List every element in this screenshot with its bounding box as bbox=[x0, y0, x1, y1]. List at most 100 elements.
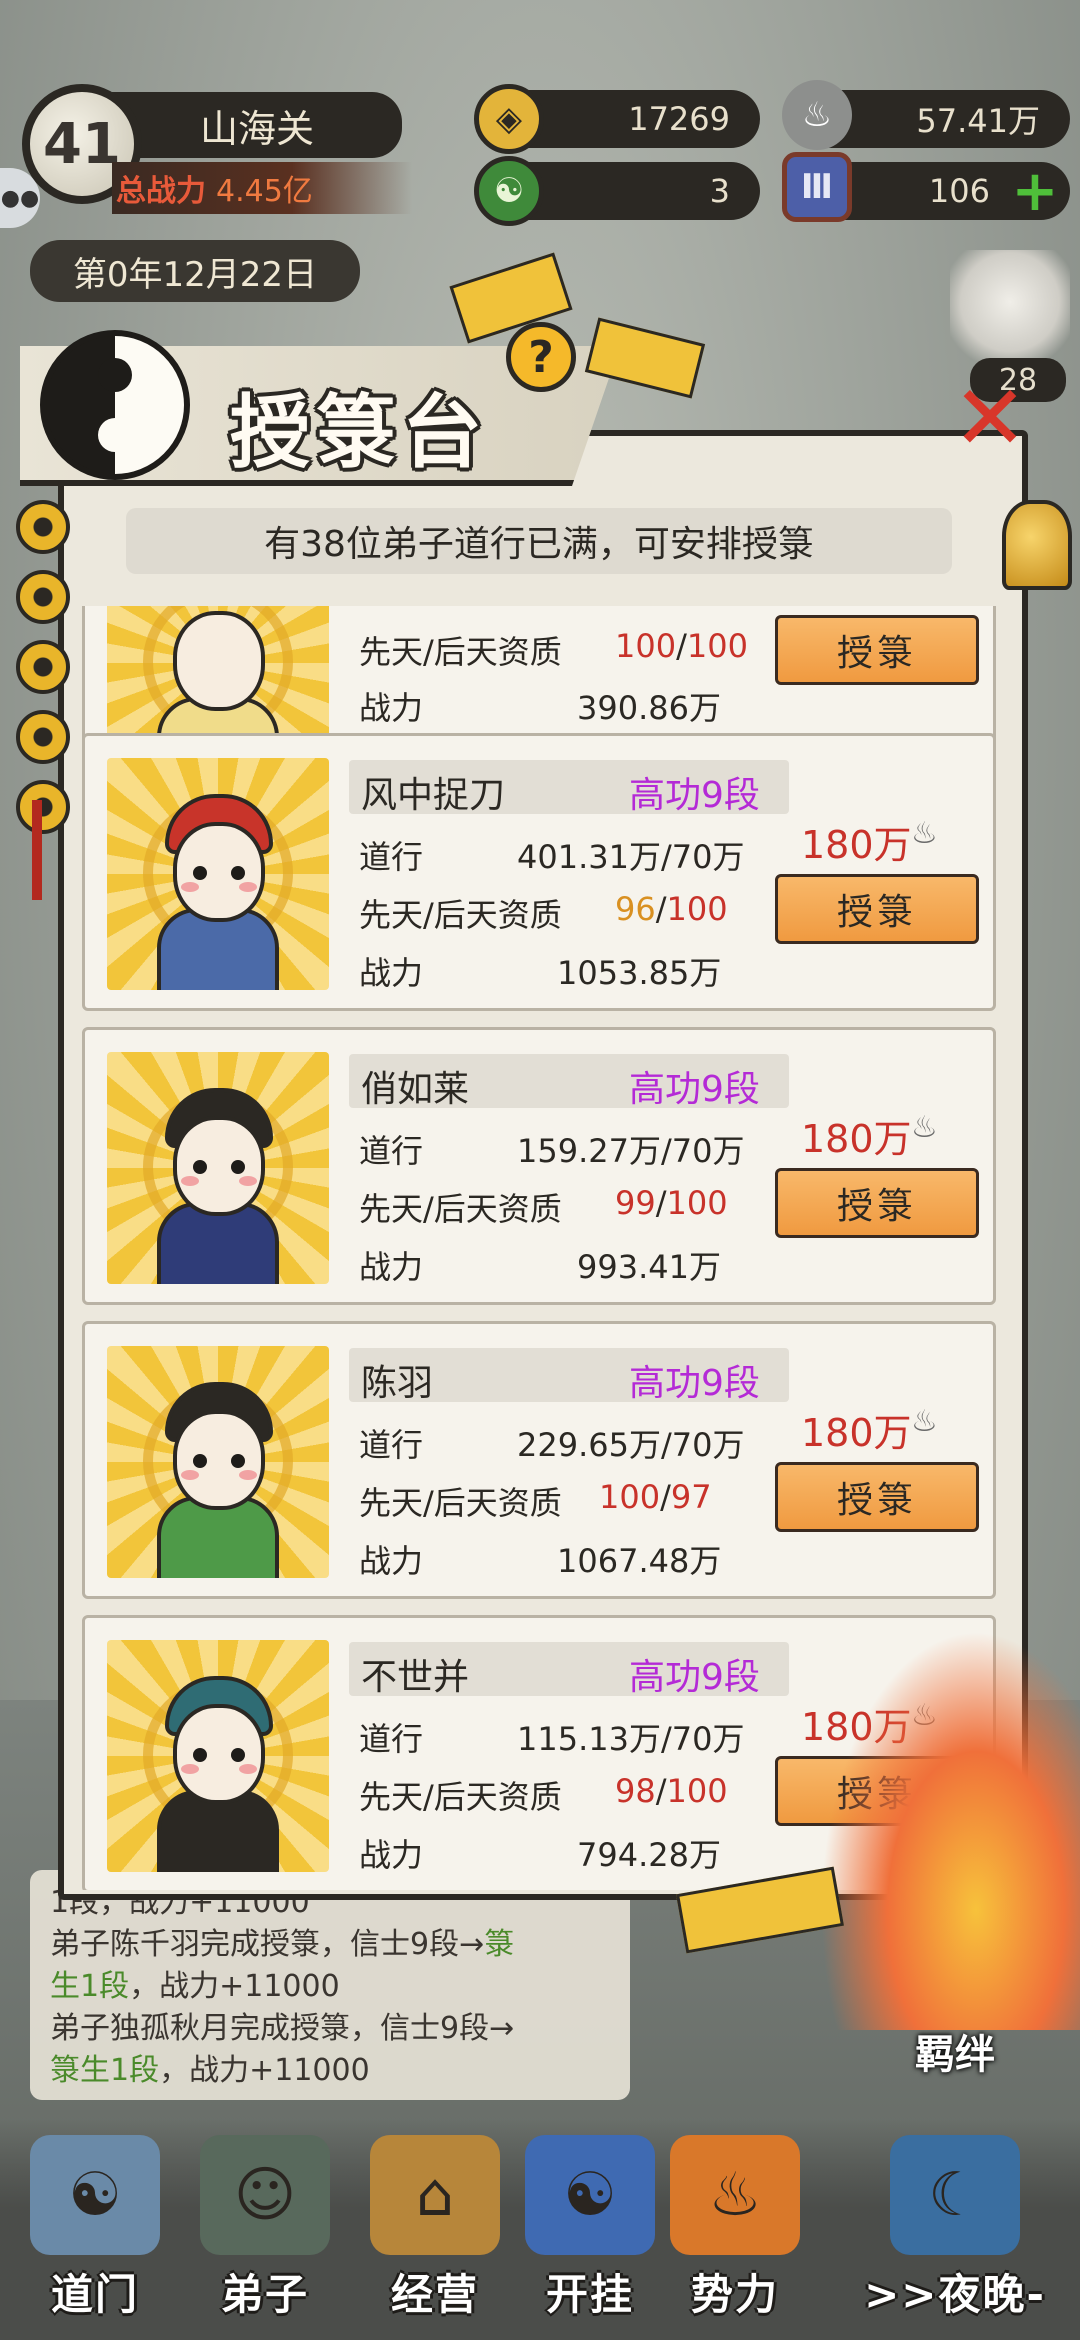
token-icon: Ⅲ bbox=[782, 152, 852, 222]
disciple-card: 俏如莱 高功9段 道行 159.27万/70万 先天/后天资质 99/100 战… bbox=[82, 1027, 996, 1305]
disciple-card: 风中捉刀 高功9段 道行 401.31万/70万 先天/后天资质 96/100 … bbox=[82, 733, 996, 1011]
nav-sect[interactable]: ☯ 道门 bbox=[10, 2130, 180, 2340]
disciple-card: 陈羽 高功9段 道行 229.65万/70万 先天/后天资质 100/97 战力… bbox=[82, 1321, 996, 1599]
aptitude-value: 98/100 bbox=[615, 1772, 728, 1810]
total-power-value: 4.45亿 bbox=[216, 174, 313, 209]
flame-decoration bbox=[820, 1630, 1080, 2030]
disciple-rank: 高功9段 bbox=[629, 1363, 760, 1404]
power-value: 794.28万 bbox=[577, 1836, 721, 1874]
sect-name[interactable]: 山海关 bbox=[112, 92, 402, 158]
power-value: 1067.48万 bbox=[557, 1542, 722, 1580]
disciple-avatar bbox=[107, 758, 329, 990]
power-value: 1053.85万 bbox=[557, 954, 722, 992]
total-power: 总战力 4.45亿 bbox=[112, 162, 412, 214]
power-label: 战力 bbox=[359, 1542, 424, 1580]
cultivation-label: 道行 bbox=[359, 1426, 424, 1464]
nav-factions[interactable]: ♨ 势力 bbox=[650, 2130, 820, 2340]
power-label: 战力 bbox=[359, 954, 424, 992]
grant-button[interactable]: 授箓 bbox=[775, 1462, 979, 1532]
disciple-rank: 高功9段 bbox=[629, 775, 760, 816]
cultivation-label: 道行 bbox=[359, 838, 424, 876]
tokens-value: 106 bbox=[928, 172, 990, 210]
cultivation-value: 229.65万/70万 bbox=[517, 1426, 745, 1464]
power-value: 993.41万 bbox=[577, 1248, 721, 1286]
close-icon[interactable]: ✕ bbox=[950, 366, 1030, 471]
cultivation-value: 159.27万/70万 bbox=[517, 1132, 745, 1170]
help-button[interactable]: ? bbox=[506, 322, 576, 392]
disciple-name: 不世并 bbox=[361, 1657, 470, 1698]
moon-icon: ☾ bbox=[890, 2135, 1020, 2255]
aptitude-label: 先天/后天资质 bbox=[359, 1484, 562, 1522]
coin-icon bbox=[16, 500, 70, 554]
aptitude-label: 先天/后天资质 bbox=[359, 896, 562, 934]
aptitude-label: 先天/后天资质 bbox=[359, 1778, 562, 1816]
nav-night[interactable]: ☾ >>夜晚- bbox=[840, 2130, 1070, 2340]
aptitude-label: 先天/后天资质 bbox=[359, 633, 562, 671]
coin-icon: ◈ bbox=[474, 84, 544, 154]
aptitude-value: 100/100 bbox=[615, 627, 748, 665]
total-power-label: 总战力 bbox=[116, 174, 206, 209]
coin-icon bbox=[16, 710, 70, 764]
cultivation-value: 115.13万/70万 bbox=[517, 1720, 745, 1758]
jade-value: 3 bbox=[709, 172, 730, 210]
nav-label: 弟子 bbox=[220, 2270, 309, 2319]
grant-button[interactable]: 授箓 bbox=[775, 1168, 979, 1238]
aptitude-value: 96/100 bbox=[615, 890, 728, 928]
power-label: 战力 bbox=[359, 1248, 424, 1286]
incense-icon: ♨ bbox=[911, 1404, 938, 1439]
taiji-icon: ☯ bbox=[30, 2135, 160, 2255]
incense-icon: ♨ bbox=[782, 80, 852, 150]
log-line: 箓生1段，战力+11000 bbox=[50, 2053, 370, 2088]
nav-business[interactable]: ⌂ 经营 bbox=[350, 2130, 520, 2340]
grant-cost: 180万 bbox=[801, 1411, 912, 1455]
disciple-rank: 高功9段 bbox=[629, 1069, 760, 1110]
coin-icon bbox=[16, 640, 70, 694]
aptitude-label: 先天/后天资质 bbox=[359, 1190, 562, 1228]
nav-label: 道门 bbox=[50, 2270, 139, 2319]
aptitude-value: 100/97 bbox=[599, 1478, 712, 1516]
aptitude-value: 99/100 bbox=[615, 1184, 728, 1222]
tassel-decoration bbox=[32, 800, 42, 900]
event-log: 1段，战力+11000 弟子陈千羽完成授箓，信士9段→箓 生1段，战力+1100… bbox=[30, 1870, 630, 2100]
bell-icon bbox=[1002, 500, 1072, 590]
shop-icon: ⌂ bbox=[370, 2135, 500, 2255]
coin-icon bbox=[16, 570, 70, 624]
grant-button[interactable]: 授箓 bbox=[775, 874, 979, 944]
disciple-avatar bbox=[107, 1052, 329, 1284]
log-line: 弟子陈千羽完成授箓，信士9段→箓 bbox=[50, 1927, 515, 1962]
grant-cost: 180万 bbox=[801, 823, 912, 867]
cultivation-value: 401.31万/70万 bbox=[517, 838, 745, 876]
coins-value: 17269 bbox=[628, 100, 730, 138]
nav-label: 势力 bbox=[690, 2270, 779, 2319]
disciple-rank: 高功9段 bbox=[629, 1657, 760, 1698]
disciple-name: 风中捉刀 bbox=[361, 775, 506, 816]
disciple-name: 俏如莱 bbox=[361, 1069, 470, 1110]
flame-icon: ♨ bbox=[670, 2135, 800, 2255]
swirl-icon: ☯ bbox=[525, 2135, 655, 2255]
add-tokens-button[interactable]: + bbox=[1010, 159, 1060, 224]
taiji-icon bbox=[40, 330, 190, 480]
incense-icon: ♨ bbox=[911, 816, 938, 851]
power-label: 战力 bbox=[359, 1836, 424, 1874]
spirit-value: 57.41万 bbox=[916, 102, 1040, 140]
cultivation-label: 道行 bbox=[359, 1720, 424, 1758]
nav-label: 开挂 bbox=[545, 2270, 634, 2319]
jade-icon: ☯ bbox=[474, 156, 544, 226]
cultivation-label: 道行 bbox=[359, 1132, 424, 1170]
game-date: 第0年12月22日 bbox=[30, 240, 360, 302]
power-value: 390.86万 bbox=[577, 689, 721, 727]
disciple-avatar bbox=[107, 1640, 329, 1872]
nav-label: >>夜晚- bbox=[864, 2270, 1046, 2319]
disciple-avatar bbox=[107, 1346, 329, 1578]
notice-banner: 有38位弟子道行已满，可安排授箓 bbox=[126, 508, 952, 574]
nav-disciples[interactable]: ☺ 弟子 bbox=[180, 2130, 350, 2340]
coin-icon bbox=[16, 780, 70, 834]
log-line: 生1段，战力+11000 bbox=[50, 1969, 340, 2004]
power-label: 战力 bbox=[359, 689, 424, 727]
dialog-title: 授箓台 bbox=[230, 386, 488, 479]
log-line: 弟子独孤秋月完成授箓，信士9段→ bbox=[50, 2011, 515, 2046]
incense-icon: ♨ bbox=[911, 1110, 938, 1145]
grant-button[interactable]: 授箓 bbox=[775, 615, 979, 685]
disciple-icon: ☺ bbox=[200, 2135, 330, 2255]
bottom-nav: ☯ 道门 ☺ 弟子 ⌂ 经营 ☯ 开挂 ♨ 势力 ☾ >>夜晚- bbox=[0, 2120, 1080, 2340]
